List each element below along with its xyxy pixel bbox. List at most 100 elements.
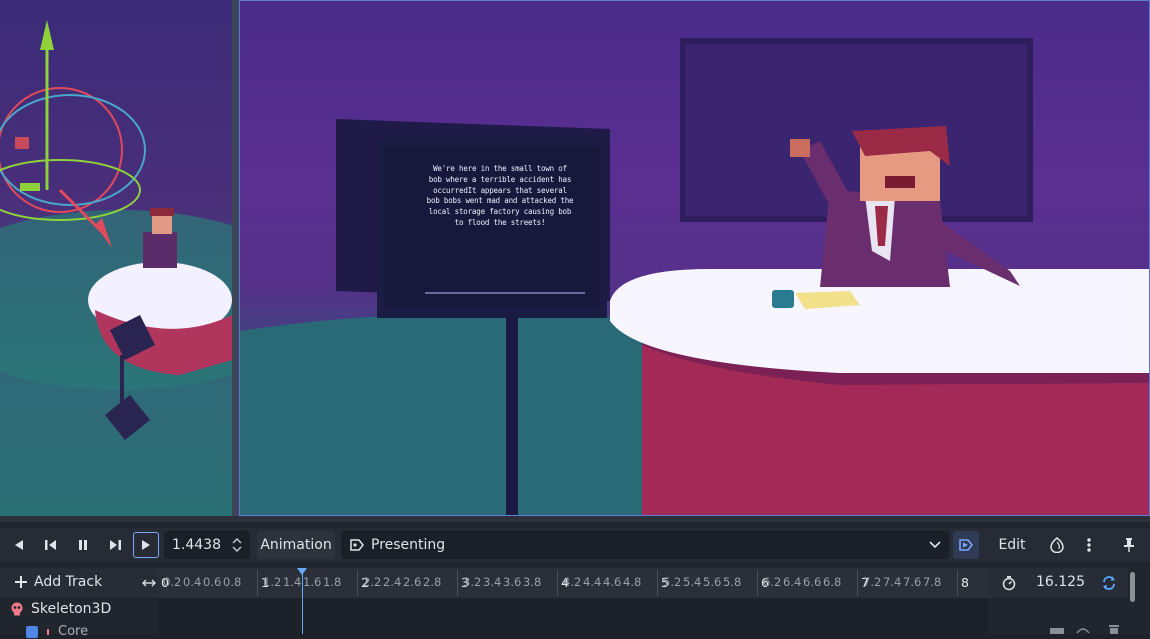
- animation-length-value[interactable]: 16.125: [1036, 574, 1085, 590]
- more-options-button[interactable]: [1078, 533, 1100, 557]
- onion-skin-icon: [1050, 537, 1064, 553]
- ruler-tick-label: 3.2: [463, 575, 482, 589]
- playhead-line[interactable]: [302, 568, 303, 634]
- panel-resize-handle[interactable]: [0, 516, 1150, 522]
- pause-button[interactable]: [72, 533, 94, 557]
- pause-icon: [79, 540, 87, 550]
- timeline-scrollbar[interactable]: [1130, 572, 1135, 602]
- track-enable-checkbox[interactable]: [26, 625, 38, 638]
- ruler-tick-label: 6.4: [783, 575, 802, 589]
- viewport-main-scene: [240, 38, 1149, 515]
- time-value: 1.4438: [172, 537, 221, 553]
- animation-icon: [350, 539, 364, 551]
- ruler-tick-label: 2.8: [423, 575, 442, 589]
- ruler-tick-label: 2.4: [383, 575, 402, 589]
- ruler-tick-label: 4.2: [563, 575, 582, 589]
- edit-menu-button[interactable]: Edit: [994, 531, 1030, 559]
- ruler-tick-label: 3.6: [503, 575, 522, 589]
- step-back-button[interactable]: [40, 533, 62, 557]
- autoplay-icon: [959, 539, 974, 551]
- ruler-tick-label: 1.4: [283, 575, 302, 589]
- animation-menu-label: Animation: [260, 537, 332, 553]
- track-header: Add Track: [0, 568, 158, 598]
- ruler-tick-label: 4.4: [583, 575, 602, 589]
- ruler-tick-label: 0.8: [223, 575, 242, 589]
- ruler-tick-label: 4.6: [603, 575, 622, 589]
- timeline-ruler[interactable]: 0 0.2 0.4 0.6 0.8 1 1.2 1.4 1.6 1.8 2 2.2 2.4 2.6 2.8 3…: [158, 568, 988, 598]
- step-back-icon: [45, 540, 56, 550]
- plus-icon: [15, 576, 27, 588]
- ruler-major-line: [557, 570, 558, 596]
- onion-skin-button[interactable]: [1045, 533, 1069, 557]
- viewport-splitter[interactable]: [232, 0, 239, 516]
- delete-track-icon[interactable]: [1108, 624, 1120, 634]
- ruler-tick-label: 3.8: [523, 575, 542, 589]
- ruler-tick-label: 6.2: [763, 575, 782, 589]
- ruler-tick-label: 6.6: [803, 575, 822, 589]
- play-backwards-button[interactable]: [8, 533, 30, 557]
- ruler-tick-label: 5.8: [723, 575, 742, 589]
- play-backwards-icon: [15, 540, 23, 550]
- ruler-tick-label: 5.2: [663, 575, 682, 589]
- play-icon: [142, 540, 150, 550]
- track-list: Skeleton3D Core: [0, 598, 158, 639]
- ruler-major-line: [757, 570, 758, 596]
- ruler-major-line: [257, 570, 258, 596]
- play-button[interactable]: [133, 532, 159, 558]
- ruler-tick-label: 3.4: [483, 575, 502, 589]
- skeleton-icon: [11, 602, 23, 616]
- viewport-left-scene: [0, 20, 232, 440]
- editor-viewport-main[interactable]: We're here in the small town of bob wher…: [239, 0, 1150, 516]
- track-label-skeleton: Skeleton3D: [31, 601, 112, 617]
- ruler-tick-label: 8: [961, 575, 969, 590]
- track-row-skeleton[interactable]: Skeleton3D: [10, 601, 111, 617]
- time-spinbox[interactable]: 1.4438: [164, 531, 250, 559]
- ruler-tick-label: 0.2: [163, 575, 182, 589]
- ruler-tick-label: 2.6: [403, 575, 422, 589]
- track-keyframe-area[interactable]: [158, 598, 1119, 634]
- ruler-tick-label: 5.6: [703, 575, 722, 589]
- autoplay-toggle[interactable]: [953, 531, 979, 559]
- teleprompter-text: We're here in the small town of bob wher…: [426, 164, 574, 227]
- animation-select[interactable]: Presenting: [341, 531, 949, 559]
- ruler-tick-label: 6.8: [823, 575, 842, 589]
- loop-icon[interactable]: [1101, 575, 1117, 591]
- spinbox-arrows-icon: [232, 538, 242, 552]
- add-track-button[interactable]: Add Track: [14, 574, 102, 590]
- playhead-handle[interactable]: [297, 568, 307, 575]
- ruler-tick-label: 5.4: [683, 575, 702, 589]
- add-track-label: Add Track: [34, 574, 103, 590]
- timeline-length-controls: 16.125: [988, 568, 1128, 598]
- ruler-tick-label: 1.2: [263, 575, 282, 589]
- chevron-down-icon: [929, 541, 941, 549]
- interpolation-icon[interactable]: [1076, 624, 1090, 634]
- ruler-major-line: [457, 570, 458, 596]
- ruler-tick-label: 4.8: [623, 575, 642, 589]
- ruler-major-line: [957, 570, 958, 596]
- timer-icon: [1002, 576, 1016, 591]
- ruler-tick-label: 2.2: [363, 575, 382, 589]
- ruler-tick-label: 0.4: [183, 575, 202, 589]
- track-keyframe-mode-icon[interactable]: [1050, 626, 1064, 634]
- pin-icon: [1124, 538, 1134, 552]
- track-label-core: Core: [58, 624, 89, 639]
- bone-icon: [47, 628, 49, 635]
- edit-menu-label: Edit: [998, 537, 1026, 553]
- ruler-major-line: [857, 570, 858, 596]
- animation-menu-button[interactable]: Animation: [257, 531, 335, 559]
- ruler-tick-label: 1.8: [323, 575, 342, 589]
- track-row-core[interactable]: Core: [26, 624, 88, 639]
- animation-selected-name: Presenting: [371, 537, 446, 553]
- zoom-width-icon: [142, 579, 156, 587]
- ruler-tick-label: 7.6: [903, 575, 922, 589]
- ruler-major-line: [657, 570, 658, 596]
- step-forward-button[interactable]: [104, 533, 126, 557]
- more-icon: [1087, 538, 1091, 552]
- pin-panel-button[interactable]: [1118, 533, 1140, 557]
- ruler-tick-label: 0.6: [203, 575, 222, 589]
- editor-viewport-left[interactable]: [0, 0, 232, 516]
- step-forward-icon: [110, 540, 121, 550]
- ruler-major-line: [357, 570, 358, 596]
- ruler-tick-label: 7.2: [863, 575, 882, 589]
- ruler-tick-label: 7.8: [923, 575, 942, 589]
